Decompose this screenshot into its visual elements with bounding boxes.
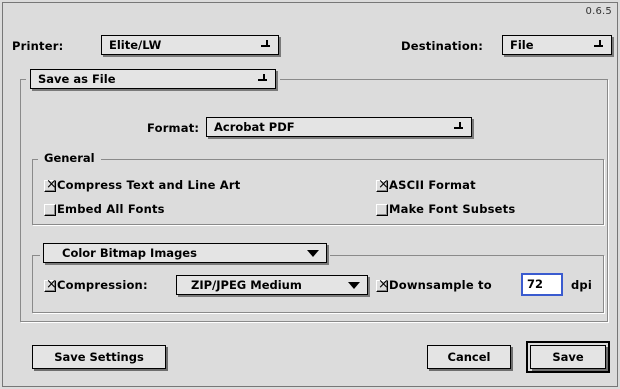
printer-value: Elite/LW xyxy=(109,38,162,52)
popup-arrow-icon xyxy=(261,39,270,48)
compression-checkbox[interactable] xyxy=(44,277,57,292)
format-popup[interactable]: Acrobat PDF xyxy=(206,117,472,137)
popup-arrow-icon xyxy=(594,39,603,48)
printer-popup[interactable]: Elite/LW xyxy=(101,35,279,55)
save-button[interactable]: Save xyxy=(526,341,610,373)
general-title: General xyxy=(38,151,101,165)
popup-arrow-icon xyxy=(258,73,267,82)
compression-popup[interactable]: ZIP/JPEG Medium xyxy=(176,275,368,295)
ascii-format-label: ASCII Format xyxy=(389,178,476,192)
mode-value: Save as File xyxy=(38,72,116,86)
images-popup-wrap: Color Bitmap Images xyxy=(40,243,330,263)
format-label: Format: xyxy=(147,121,200,135)
cancel-button[interactable]: Cancel xyxy=(427,345,511,369)
mode-popup[interactable]: Save as File xyxy=(30,69,276,89)
popup-arrow-icon xyxy=(454,121,463,130)
dpi-input[interactable]: 72 xyxy=(521,273,563,296)
mode-popup-wrap: Save as File xyxy=(26,69,280,89)
printer-label: Printer: xyxy=(12,39,64,53)
destination-value: File xyxy=(510,38,534,52)
dpi-unit-label: dpi xyxy=(571,278,593,292)
destination-label: Destination: xyxy=(401,39,484,53)
compression-value: ZIP/JPEG Medium xyxy=(191,278,302,292)
destination-popup[interactable]: File xyxy=(502,35,612,55)
compress-text-label: Compress Text and Line Art xyxy=(57,178,241,192)
ascii-format-checkbox[interactable] xyxy=(376,177,389,192)
save-settings-button[interactable]: Save Settings xyxy=(32,345,166,369)
images-popup[interactable]: Color Bitmap Images xyxy=(43,243,327,263)
triangle-down-icon xyxy=(348,282,360,289)
embed-fonts-checkbox[interactable] xyxy=(44,204,56,216)
embed-fonts-label: Embed All Fonts xyxy=(57,202,165,216)
font-subsets-label: Make Font Subsets xyxy=(389,202,516,216)
triangle-down-icon xyxy=(307,250,319,257)
downsample-checkbox[interactable] xyxy=(376,277,389,292)
images-value: Color Bitmap Images xyxy=(62,246,197,260)
format-value: Acrobat PDF xyxy=(214,120,295,134)
version-label: 0.6.5 xyxy=(585,6,612,17)
downsample-label: Downsample to xyxy=(389,278,492,292)
compress-text-checkbox[interactable] xyxy=(44,177,57,192)
font-subsets-checkbox[interactable] xyxy=(376,204,388,216)
compression-label: Compression: xyxy=(57,278,148,292)
